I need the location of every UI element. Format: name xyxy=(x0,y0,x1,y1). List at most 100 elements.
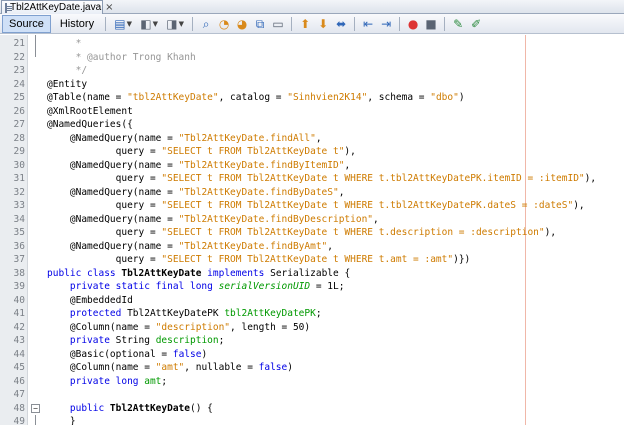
code-text: @Entity xyxy=(47,78,87,92)
toolbar-separator xyxy=(399,16,401,31)
find-next-icon[interactable]: ◕ xyxy=(234,16,250,32)
code-line[interactable]: 38 public class Tbl2AttKeyDate implements… xyxy=(0,267,624,281)
code-line[interactable]: 49 } xyxy=(0,415,624,425)
toggle-highlight-icon[interactable]: ▭ xyxy=(270,16,286,32)
code-line[interactable]: 37 query = "SELECT t FROM Tbl2AttKeyDate… xyxy=(0,253,624,267)
code-line[interactable]: 24 @Entity xyxy=(0,78,624,92)
code-token: @Column(name = xyxy=(47,321,156,333)
code-text: */ xyxy=(47,64,87,78)
code-token: , xyxy=(315,132,322,144)
code-token: * @author Trong Khanh xyxy=(47,51,196,63)
code-token: "SELECT t FROM Tbl2AttKeyDate t WHERE t.… xyxy=(161,173,585,184)
line-number: 44 xyxy=(13,348,25,360)
code-token: ), xyxy=(584,173,597,184)
code-line[interactable]: 34 @NamedQuery(name = "Tbl2AttKeyDate.fi… xyxy=(0,213,624,227)
code-line[interactable]: 45 @Column(name = "amt", nullable = fals… xyxy=(0,361,624,375)
code-line[interactable]: 28 @NamedQuery(name = "Tbl2AttKeyDate.fi… xyxy=(0,132,624,146)
line-number: 30 xyxy=(13,159,25,171)
code-text: } xyxy=(47,415,76,425)
code-line[interactable]: 32 @NamedQuery(name = "Tbl2AttKeyDate.fi… xyxy=(0,186,624,200)
code-token: ) xyxy=(201,348,208,360)
code-line[interactable]: 26 @XmlRootElement xyxy=(0,105,624,119)
toggle-comment-icon[interactable]: ✎ xyxy=(450,16,466,32)
line-number: 46 xyxy=(13,375,25,387)
code-line[interactable]: 39 private static final long serialVersi… xyxy=(0,280,624,294)
code-line[interactable]: 29 query = "SELECT t FROM Tbl2AttKeyDate… xyxy=(0,145,624,159)
code-line[interactable]: 41 protected Tbl2AttKeyDatePK tbl2AttKey… xyxy=(0,307,624,321)
code-text: query = "SELECT t FROM Tbl2AttKeyDate t … xyxy=(47,253,471,267)
file-tab-label: Tbl2AttKeyDate.java xyxy=(10,2,102,13)
line-number: 48 xyxy=(13,402,25,414)
stop-macro-icon[interactable]: ■ xyxy=(423,16,439,32)
code-token: @Entity xyxy=(47,78,88,90)
code-token: implements xyxy=(207,267,265,279)
code-text: @NamedQuery(name = "Tbl2AttKeyDate.findA… xyxy=(47,132,322,146)
code-text: @NamedQuery(name = "Tbl2AttKeyDate.findB… xyxy=(47,240,333,254)
shift-right-icon[interactable]: ⇥ xyxy=(378,16,394,32)
code-line[interactable]: 44 @Basic(optional = false) xyxy=(0,348,624,362)
code-line[interactable]: 33 query = "SELECT t FROM Tbl2AttKeyDate… xyxy=(0,199,624,213)
line-number: 23 xyxy=(13,65,25,76)
code-token: "SELECT t FROM Tbl2AttKeyDate t WHERE t.… xyxy=(161,227,545,238)
code-token: @NamedQuery(name = xyxy=(47,186,179,198)
find-selection-icon[interactable]: ⧉ xyxy=(252,16,268,32)
record-macro-icon[interactable]: ● xyxy=(405,16,421,32)
code-line[interactable]: 27 @NamedQueries({ xyxy=(0,118,624,132)
code-token: , xyxy=(373,213,379,225)
code-line[interactable]: 22 * @author Trong Khanh xyxy=(0,51,624,65)
code-line[interactable]: 36 @NamedQuery(name = "Tbl2AttKeyDate.fi… xyxy=(0,240,624,254)
code-token: false xyxy=(172,348,202,360)
forward-icon[interactable]: ◨ ▼ xyxy=(163,16,187,32)
code-token: query = xyxy=(47,227,162,238)
code-token: "Tbl2AttKeyDate.findAll" xyxy=(178,132,316,144)
java-file-icon xyxy=(5,2,12,13)
code-line[interactable]: 30 @NamedQuery(name = "Tbl2AttKeyDate.fi… xyxy=(0,159,624,173)
source-tab[interactable]: Source xyxy=(2,14,51,33)
file-tab[interactable]: Tbl2AttKeyDate.java × xyxy=(1,0,114,14)
line-number: 21 xyxy=(13,38,25,49)
code-text: @Column(name = "amt", nullable = false) xyxy=(47,361,293,375)
code-token: protected xyxy=(47,308,128,319)
code-text: @NamedQueries({ xyxy=(47,118,133,132)
code-text: @Table(name = "tbl2AttKeyDate", catalog … xyxy=(47,91,465,105)
history-tab[interactable]: History xyxy=(53,15,101,33)
next-bookmark-icon[interactable]: ⬇ xyxy=(315,16,331,32)
line-number: 43 xyxy=(13,335,25,346)
code-line[interactable]: 42 @Column(name = "description", length … xyxy=(0,321,624,335)
code-token: "SELECT t FROM Tbl2AttKeyDate t WHERE t.… xyxy=(161,254,454,265)
previous-bookmark-icon[interactable]: ⬆ xyxy=(297,16,313,32)
shift-left-icon[interactable]: ⇤ xyxy=(360,16,376,32)
code-token: @EmbeddedId xyxy=(47,294,133,306)
line-number: 37 xyxy=(13,254,25,265)
code-token: } xyxy=(47,416,76,425)
back-icon[interactable]: ◧ ▼ xyxy=(137,16,161,32)
line-number: 29 xyxy=(13,146,25,157)
code-token: query = xyxy=(47,254,162,265)
code-line[interactable]: 48− public Tbl2AttKeyDate() { xyxy=(0,402,624,416)
code-text: * xyxy=(47,37,82,51)
code-line[interactable]: 31 query = "SELECT t FROM Tbl2AttKeyDate… xyxy=(0,172,624,186)
code-line[interactable]: 40 @EmbeddedId xyxy=(0,294,624,308)
code-token: @NamedQuery(name = xyxy=(47,213,179,225)
last-edit-icon[interactable]: ▤ ▼ xyxy=(111,16,135,32)
code-token: query = xyxy=(47,200,162,211)
code-line[interactable]: 25 @Table(name = "tbl2AttKeyDate", catalo… xyxy=(0,91,624,105)
find-previous-icon[interactable]: ⌕ xyxy=(198,16,214,32)
code-line[interactable]: 46 private long amt; xyxy=(0,375,624,389)
code-line[interactable]: 35 query = "SELECT t FROM Tbl2AttKeyDate… xyxy=(0,226,624,240)
code-line[interactable]: 23 */ xyxy=(0,64,624,78)
toolbar-separator xyxy=(192,16,194,31)
code-line[interactable]: 47 xyxy=(0,388,624,402)
code-token: * xyxy=(47,38,82,49)
code-line[interactable]: 43 private String description; xyxy=(0,334,624,348)
find-icon[interactable]: ◔ xyxy=(216,16,232,32)
code-token: "amt" xyxy=(155,362,185,373)
toggle-bookmark-icon[interactable]: ⬌ xyxy=(333,16,349,32)
code-line[interactable]: 21 * xyxy=(0,37,624,51)
uncomment-icon[interactable]: ✐ xyxy=(468,16,484,32)
close-tab-icon[interactable]: × xyxy=(105,2,113,13)
code-text: private static final long serialVersionU… xyxy=(47,280,345,294)
fold-toggle-icon[interactable]: − xyxy=(31,403,40,413)
code-editor[interactable]: 21 * 22 * @author Trong Khanh 23 */24 @Enti… xyxy=(0,35,624,425)
code-token: , length = 50) xyxy=(230,321,311,333)
